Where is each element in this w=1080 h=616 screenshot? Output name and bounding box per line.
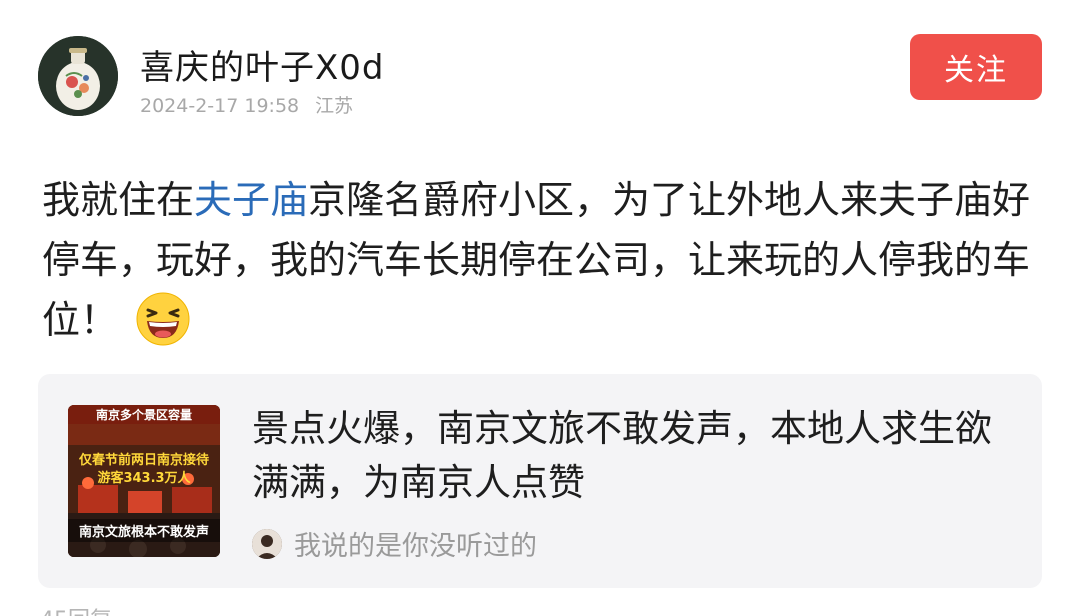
- link-card[interactable]: 南京多个景区容量 仅春节前两日南京接待 游客343.3万人 南京文旅根本不敢发声…: [38, 374, 1042, 588]
- thumb-caption-top: 南京多个景区容量: [68, 405, 220, 424]
- follow-button[interactable]: 关注: [910, 34, 1042, 100]
- card-title[interactable]: 景点火爆，南京文旅不敢发声，本地人求生欲满满，为南京人点赞: [252, 402, 1022, 510]
- topic-link[interactable]: 夫子庙: [194, 178, 308, 222]
- author-avatar: [252, 528, 282, 559]
- person-avatar-icon: [252, 528, 282, 559]
- user-avatar[interactable]: [38, 36, 118, 116]
- post-meta: 2024-2-17 19:58 江苏: [140, 91, 353, 118]
- post-date: 2024-2-17 19:58: [140, 95, 300, 117]
- weibo-post: 喜庆的叶子X0d 2024-2-17 19:58 江苏 关注 我就住在夫子庙京隆…: [0, 0, 1080, 616]
- thumb-caption-line1: 仅春节前两日南京接待: [78, 453, 209, 468]
- thumb-caption-bottom: 南京文旅根本不敢发声: [68, 519, 220, 542]
- post-text-before: 我就住在: [42, 178, 195, 222]
- reply-count-peek: 45回复: [40, 602, 112, 616]
- post-text: 我就住在夫子庙京隆名爵府小区，为了让外地人来夫子庙好停车，玩好，我的汽车长期停在…: [42, 170, 1042, 350]
- card-thumbnail: 南京多个景区容量 仅春节前两日南京接待 游客343.3万人 南京文旅根本不敢发声: [68, 405, 220, 557]
- card-author[interactable]: 我说的是你没听过的: [252, 524, 537, 563]
- thumb-caption-line2: 游客343.3万人: [97, 471, 191, 486]
- laughing-emoji-icon: [136, 292, 190, 346]
- author-name: 我说的是你没听过的: [294, 531, 537, 562]
- username[interactable]: 喜庆的叶子X0d: [140, 40, 385, 89]
- vase-avatar-icon: [38, 36, 118, 116]
- post-location: 江苏: [315, 95, 354, 117]
